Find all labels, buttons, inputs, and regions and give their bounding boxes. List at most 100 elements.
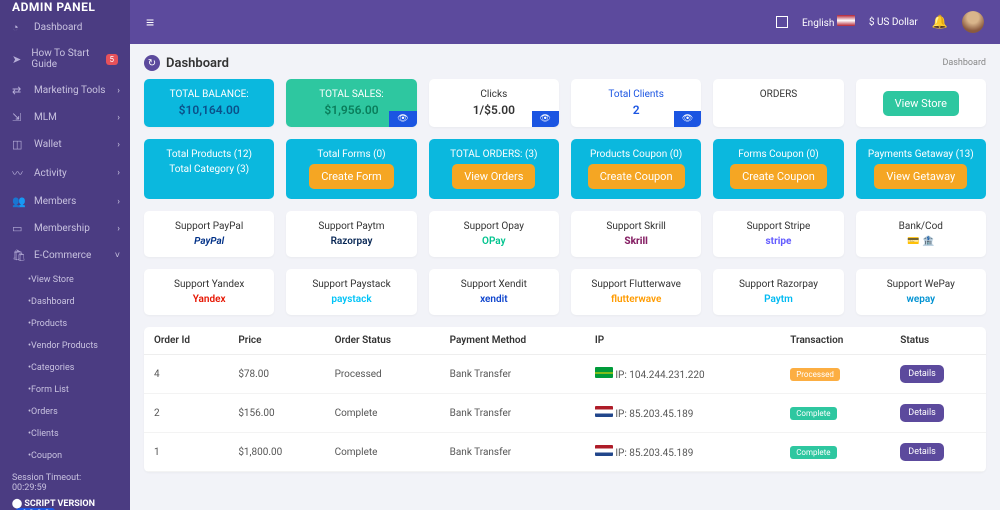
sidebar-sub-view-store[interactable]: • View Store (0, 269, 130, 291)
label: Activity (34, 168, 67, 179)
sidebar-sub-products[interactable]: • Products (0, 313, 130, 335)
sidebar-sub-categories[interactable]: • Categories (0, 357, 130, 379)
refresh-icon[interactable]: ↻ (144, 55, 160, 71)
bank-logo-icon: 💳 🏦 (864, 236, 978, 247)
col-transaction[interactable]: Transaction (780, 327, 890, 355)
sidebar-item-members[interactable]: 👥Members› (0, 188, 130, 215)
sidebar-item-membership[interactable]: ▭Membership› (0, 215, 130, 242)
avatar[interactable] (962, 11, 984, 33)
cell-ip: IP: 85.203.45.189 (585, 394, 780, 433)
opay-logo-icon: OPay (437, 236, 551, 247)
cell-status: Complete (325, 433, 440, 472)
eye-icon[interactable]: 👁 (389, 111, 416, 127)
view-gateway-button[interactable]: View Getaway (874, 164, 967, 189)
transaction-badge: Processed (790, 368, 840, 381)
col-price[interactable]: Price (228, 327, 324, 355)
sidebar-item-activity[interactable]: 〰Activity› (0, 158, 130, 188)
sidebar-sub-clients[interactable]: • Clients (0, 423, 130, 445)
label: Products (31, 319, 67, 329)
users-icon: 👥 (12, 195, 26, 208)
sidebar-sub-vendor-products[interactable]: • Vendor Products (0, 335, 130, 357)
page-header: ↻ Dashboard Dashboard (144, 55, 986, 71)
card-total-balance: TOTAL BALANCE: $10,164.00 (144, 79, 274, 127)
card-flutter: Support Flutterwave flutterwave (571, 269, 701, 315)
label: Support Flutterwave (579, 279, 693, 290)
flag-icon (595, 367, 613, 378)
cell-order-id: 4 (144, 355, 228, 394)
card-total-orders: TOTAL ORDERS: (3) View Orders (429, 139, 559, 199)
label: Bank/Cod (864, 221, 978, 232)
table-row: 2$156.00CompleteBank Transfer IP: 85.203… (144, 394, 986, 433)
label: View Store (31, 275, 74, 285)
label: Clicks (437, 89, 551, 100)
value (721, 103, 835, 117)
label: Membership (34, 223, 90, 234)
create-coupon-button[interactable]: Create Coupon (588, 164, 685, 189)
cell-txn: Complete (780, 394, 890, 433)
razorpay-logo-icon: Razorpay (294, 236, 408, 247)
label: Coupon (31, 451, 62, 461)
col-ip[interactable]: IP (585, 327, 780, 355)
card-products-category: Total Products (12) Total Category (3) (144, 139, 274, 199)
create-fcoupon-button[interactable]: Create Coupon (730, 164, 827, 189)
bell-icon[interactable]: 🔔 (932, 15, 948, 30)
eye-icon[interactable]: 👁 (532, 111, 559, 127)
yandex-logo-icon: Yandex (152, 294, 266, 305)
stripe-logo-icon: stripe (721, 236, 835, 247)
details-button[interactable]: Details (900, 365, 944, 383)
col-order-id[interactable]: Order Id (144, 327, 228, 355)
label: Wallet (34, 139, 62, 150)
details-button[interactable]: Details (900, 404, 944, 422)
sidebar-sub-orders[interactable]: • Orders (0, 401, 130, 423)
paypal-logo-icon: PayPal (152, 236, 266, 247)
flag-icon (595, 406, 613, 417)
sidebar-item-mlm[interactable]: ⇲MLM› (0, 104, 130, 131)
label: Support WePay (864, 279, 978, 290)
sidebar-item-marketing[interactable]: ⇄Marketing Tools› (0, 77, 130, 104)
transaction-badge: Complete (790, 407, 836, 420)
card-forms-coupon: Forms Coupon (0) Create Coupon (713, 139, 843, 199)
card-total-clients: Total Clients 2 👁 (571, 79, 701, 127)
sidebar-item-ecommerce[interactable]: 🛍E-Commerce˅ (0, 242, 130, 269)
flutterwave-logo-icon: flutterwave (579, 294, 693, 305)
bag-icon: 🛍 (12, 249, 26, 262)
view-store-button[interactable]: View Store (883, 91, 959, 116)
language-selector[interactable]: English (802, 15, 855, 29)
session-timeout: Session Timeout: 00:29:59 (12, 473, 118, 493)
fullscreen-icon[interactable] (776, 16, 788, 28)
label: Vendor Products (31, 341, 98, 351)
flag-icon (595, 445, 613, 456)
cell-price: $1,800.00 (228, 433, 324, 472)
sidebar-sub-dashboard[interactable]: • Dashboard (0, 291, 130, 313)
col-status[interactable]: Status (890, 327, 986, 355)
script-version: ⬤ SCRIPT VERSION 4.0.0.0 (12, 499, 118, 510)
sidebar-item-wallet[interactable]: ◫Wallet› (0, 131, 130, 158)
label: Support Skrill (579, 221, 693, 232)
details-button[interactable]: Details (900, 443, 944, 461)
label: MLM (34, 112, 57, 123)
col-order-status[interactable]: Order Status (325, 327, 440, 355)
eye-icon[interactable]: 👁 (674, 111, 701, 127)
value: $10,164.00 (152, 103, 266, 117)
label: Support Opay (437, 221, 551, 232)
col-payment-method[interactable]: Payment Method (440, 327, 585, 355)
create-form-button[interactable]: Create Form (309, 164, 393, 189)
label: Categories (31, 363, 74, 373)
sidebar-item-dashboard[interactable]: ◔Dashboard (0, 14, 130, 41)
sidebar-sub-form-list[interactable]: • Form List (0, 379, 130, 401)
sidebar-item-howto[interactable]: ➤How To Start Guide5 (0, 41, 130, 77)
sidebar-sub-coupon[interactable]: • Coupon (0, 445, 130, 467)
view-orders-button[interactable]: View Orders (452, 164, 535, 189)
chevron-right-icon: › (117, 224, 120, 234)
label: Support Razorpay (721, 279, 835, 290)
cell-actions: Details (890, 355, 986, 394)
cell-payment: Bank Transfer (440, 433, 585, 472)
currency-selector[interactable]: $ US Dollar (869, 17, 918, 28)
orders-table: Order Id Price Order Status Payment Meth… (144, 327, 986, 472)
label: Total Forms (0) (292, 149, 410, 160)
cell-status: Complete (325, 394, 440, 433)
paytm-logo-icon: Paytm (721, 294, 835, 305)
menu-toggle-icon[interactable]: ≡ (146, 14, 154, 31)
label: Total Products (12) (150, 149, 268, 160)
label: Total Clients (579, 89, 693, 100)
